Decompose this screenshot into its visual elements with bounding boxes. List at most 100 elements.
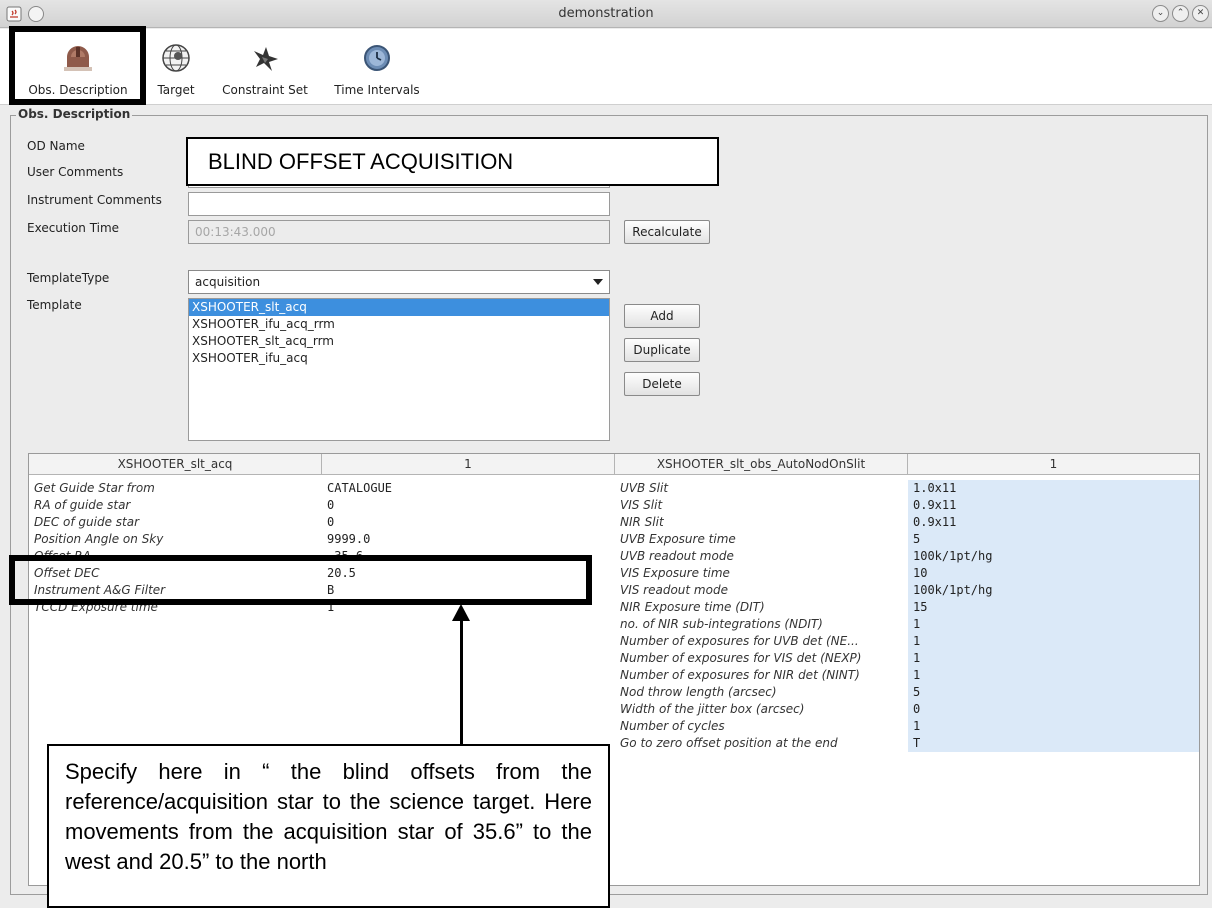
chevron-down-icon[interactable] xyxy=(593,279,603,285)
column-header[interactable]: 1 xyxy=(322,454,615,475)
globe-icon xyxy=(159,41,193,75)
param-name: Offset DEC xyxy=(34,566,100,580)
table-row: Number of exposures for VIS det (NEXP) 1 xyxy=(29,650,1199,667)
param-value[interactable]: 1 xyxy=(908,633,1199,650)
table-row: Offset DEC 20.5 VIS Exposure time 10 xyxy=(29,565,1199,582)
minimize-icon[interactable]: ⌄ xyxy=(1152,5,1169,22)
param-name: Position Angle on Sky xyxy=(34,532,164,546)
param-value[interactable]: 0.9x11 xyxy=(908,497,1199,514)
param-name: Number of cycles xyxy=(620,719,725,733)
param-value[interactable]: 5 xyxy=(908,684,1199,701)
template-list[interactable]: XSHOOTER_slt_acq XSHOOTER_ifu_acq_rrm XS… xyxy=(188,298,610,441)
instrument-comments-label: Instrument Comments xyxy=(27,193,162,207)
param-value[interactable]: B xyxy=(322,582,615,599)
param-name: UVB readout mode xyxy=(620,549,734,563)
tab-obs-description[interactable]: Obs. Description xyxy=(14,29,142,105)
arrow-line xyxy=(460,620,463,745)
clock-icon xyxy=(360,41,394,75)
window-titlebar: demonstration ⌄ ⌃ ✕ xyxy=(0,0,1212,28)
param-name: TCCD Exposure time xyxy=(34,600,158,614)
param-name: Get Guide Star from xyxy=(34,481,155,495)
table-row: RA of guide star 0 VIS Slit 0.9x11 xyxy=(29,497,1199,514)
table-row: Number of exposures for UVB det (NE... 1 xyxy=(29,633,1199,650)
template-label: Template xyxy=(27,298,82,312)
param-value[interactable]: 9999.0 xyxy=(322,531,615,548)
param-name: NIR Slit xyxy=(620,515,664,529)
param-value[interactable]: 1 xyxy=(908,650,1199,667)
tab-time-intervals[interactable]: Time Intervals xyxy=(324,29,430,105)
param-value[interactable]: 1 xyxy=(908,667,1199,684)
template-type-value: acquisition xyxy=(195,275,261,289)
duplicate-button[interactable]: Duplicate xyxy=(624,338,700,362)
param-value[interactable]: 0 xyxy=(322,497,615,514)
param-name: Width of the jitter box (arcsec) xyxy=(620,702,805,716)
column-header[interactable]: XSHOOTER_slt_obs_AutoNodOnSlit xyxy=(615,454,908,475)
tab-label: Time Intervals xyxy=(334,83,420,97)
table-row: Offset RA -35.6 UVB readout mode 100k/1p… xyxy=(29,548,1199,565)
table-row: Number of cycles 1 xyxy=(29,718,1199,735)
param-value[interactable]: 0.9x11 xyxy=(908,514,1199,531)
param-value[interactable]: T xyxy=(908,735,1199,752)
instrument-comments-field[interactable] xyxy=(188,192,610,216)
param-value[interactable]: 15 xyxy=(908,599,1199,616)
delete-button[interactable]: Delete xyxy=(624,372,700,396)
execution-time-label: Execution Time xyxy=(27,221,120,235)
param-value[interactable]: 1 xyxy=(908,718,1199,735)
add-button[interactable]: Add xyxy=(624,304,700,328)
param-value[interactable]: -35.6 xyxy=(322,548,615,565)
param-name: Number of exposures for NIR det (NINT) xyxy=(620,668,860,682)
param-value[interactable]: 1 xyxy=(908,616,1199,633)
param-value[interactable]: 5 xyxy=(908,531,1199,548)
annotation-note-text: Specify here in “ the blind offsets from… xyxy=(65,759,592,874)
column-header[interactable]: 1 xyxy=(908,454,1199,475)
param-name: no. of NIR sub-integrations (NDIT) xyxy=(620,617,823,631)
table-row: Width of the jitter box (arcsec) 0 xyxy=(29,701,1199,718)
tab-label: Constraint Set xyxy=(222,83,308,97)
param-value[interactable]: 0 xyxy=(908,701,1199,718)
table-row: Get Guide Star from CATALOGUE UVB Slit 1… xyxy=(29,480,1199,497)
recalculate-button[interactable]: Recalculate xyxy=(624,220,710,244)
column-header[interactable]: XSHOOTER_slt_acq xyxy=(29,454,322,475)
annotation-note-box: Specify here in “ the blind offsets from… xyxy=(47,744,610,908)
param-name: Nod throw length (arcsec) xyxy=(620,685,777,699)
list-item[interactable]: XSHOOTER_slt_acq_rrm xyxy=(189,333,609,350)
table-row: DEC of guide star 0 NIR Slit 0.9x11 xyxy=(29,514,1199,531)
table-row: Number of exposures for NIR det (NINT) 1 xyxy=(29,667,1199,684)
table-row: Position Angle on Sky 9999.0 UVB Exposur… xyxy=(29,531,1199,548)
table-row: TCCD Exposure time 1 NIR Exposure time (… xyxy=(29,599,1199,616)
user-comments-label: User Comments xyxy=(27,165,124,179)
param-name: VIS Slit xyxy=(620,498,663,512)
param-name: VIS Exposure time xyxy=(620,566,730,580)
tab-target[interactable]: Target xyxy=(146,29,206,105)
param-name: UVB Slit xyxy=(620,481,669,495)
maximize-icon[interactable]: ⌃ xyxy=(1172,5,1189,22)
param-value[interactable]: 0 xyxy=(322,514,615,531)
param-value[interactable]: CATALOGUE xyxy=(322,480,615,497)
param-value[interactable]: 100k/1pt/hg xyxy=(908,582,1199,599)
template-type-select[interactable]: acquisition xyxy=(188,270,610,294)
param-name: Number of exposures for UVB det (NE... xyxy=(620,634,859,648)
param-name: DEC of guide star xyxy=(34,515,140,529)
close-icon[interactable]: ✕ xyxy=(1192,5,1209,22)
param-value[interactable]: 100k/1pt/hg xyxy=(908,548,1199,565)
tab-label: Obs. Description xyxy=(28,83,128,97)
execution-time-field: 00:13:43.000 xyxy=(188,220,610,244)
list-item[interactable]: XSHOOTER_slt_acq xyxy=(189,299,609,316)
param-value[interactable]: 10 xyxy=(908,565,1199,582)
table-row: Nod throw length (arcsec) 5 xyxy=(29,684,1199,701)
arrow-up-icon xyxy=(452,604,470,621)
table-row: no. of NIR sub-integrations (NDIT) 1 xyxy=(29,616,1199,633)
param-value[interactable]: 1.0x11 xyxy=(908,480,1199,497)
list-item[interactable]: XSHOOTER_ifu_acq xyxy=(189,350,609,367)
template-type-label: TemplateType xyxy=(27,271,110,285)
table-row: Instrument A&G Filter B VIS readout mode… xyxy=(29,582,1199,599)
star-icon xyxy=(248,41,282,75)
list-item[interactable]: XSHOOTER_ifu_acq_rrm xyxy=(189,316,609,333)
param-value[interactable]: 20.5 xyxy=(322,565,615,582)
param-name: Number of exposures for VIS det (NEXP) xyxy=(620,651,862,665)
annotation-title-callout: BLIND OFFSET ACQUISITION xyxy=(186,137,719,186)
main-toolbar: Obs. Description Target Constraint Set T… xyxy=(0,29,1212,105)
param-name: Offset RA xyxy=(34,549,91,563)
param-name: Instrument A&G Filter xyxy=(34,583,166,597)
tab-constraint-set[interactable]: Constraint Set xyxy=(212,29,318,105)
